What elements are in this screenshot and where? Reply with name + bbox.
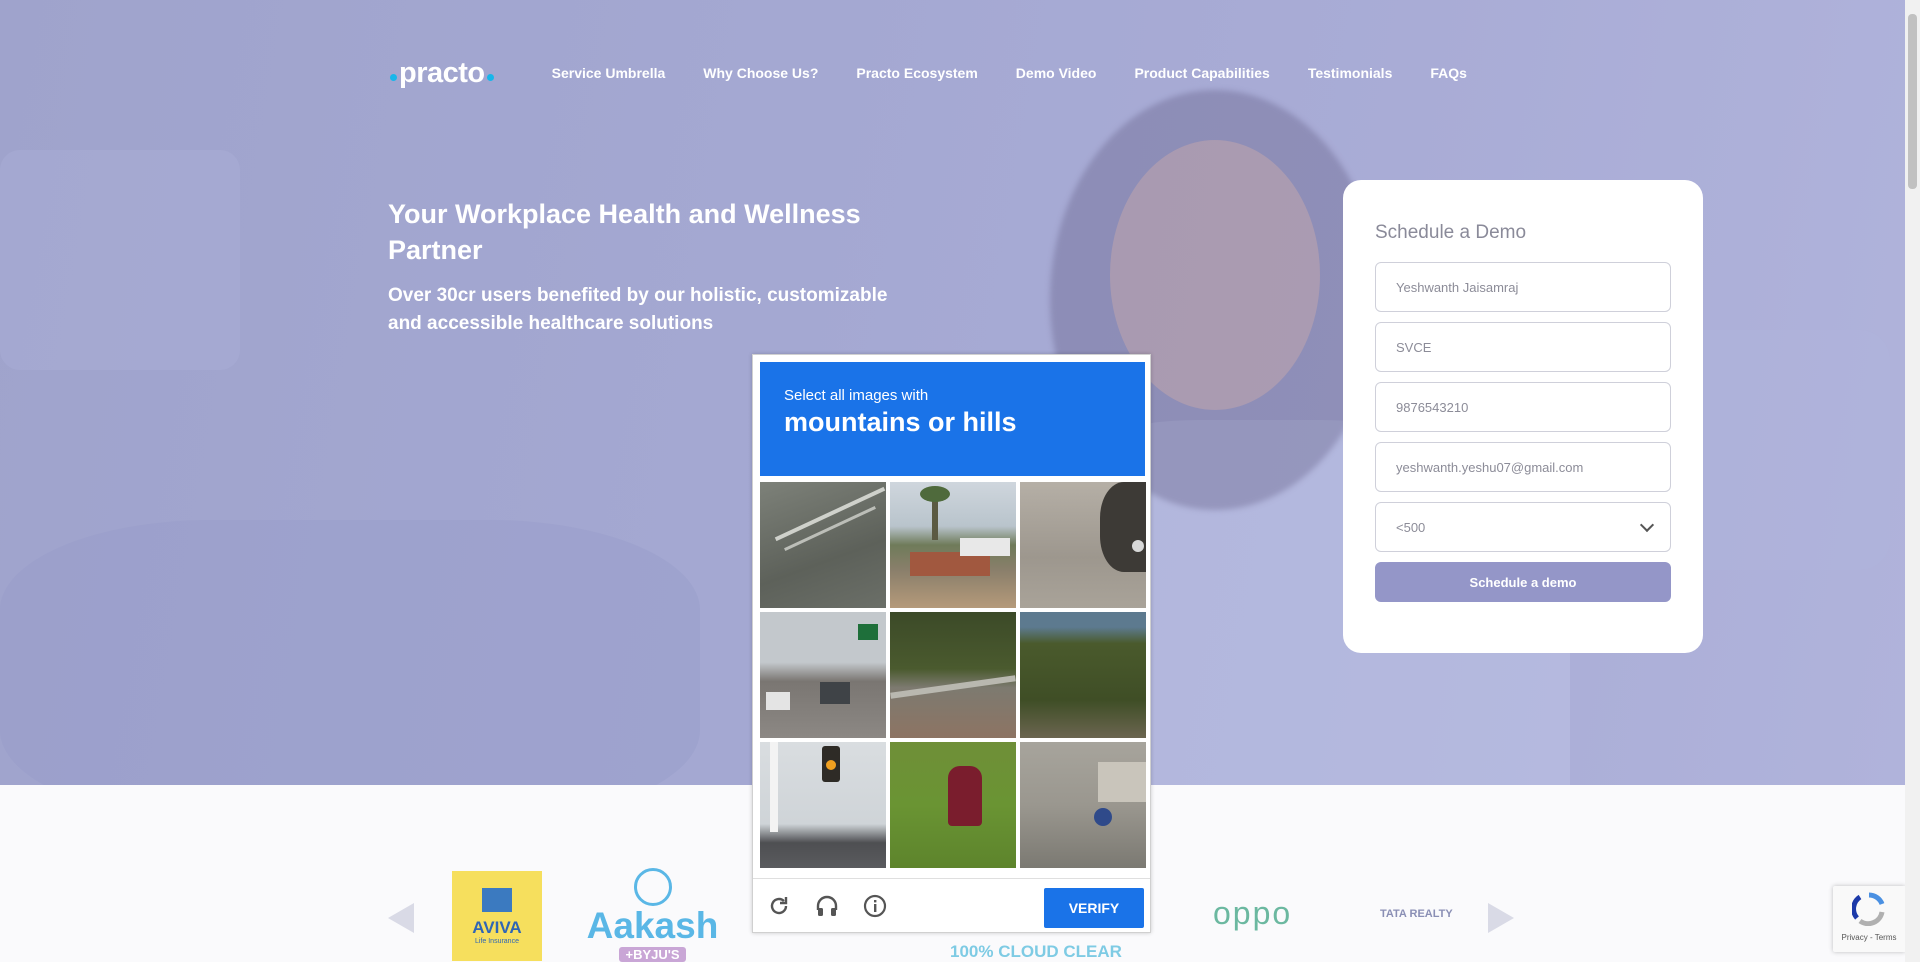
aviva-logo: AVIVA Life Insurance [452,871,542,961]
logo-text: practo [399,56,485,89]
recaptcha-logo-icon [1851,892,1885,927]
schedule-demo-button[interactable]: Schedule a demo [1375,562,1671,602]
nav-service-umbrella[interactable]: Service Umbrella [552,65,666,81]
form-title: Schedule a Demo [1375,222,1527,243]
email-field[interactable]: yeshwanth.yeshu07@gmail.com [1375,442,1671,492]
company-size-select[interactable]: <500 [1375,502,1671,552]
captcha-tile[interactable] [760,612,886,738]
aakash-name: Aakash [586,905,719,946]
nav-why-choose-us[interactable]: Why Choose Us? [703,65,818,81]
aakash-sub: +BYJU'S [619,947,686,962]
aakash-emblem-icon [633,868,672,906]
recaptcha-terms[interactable]: Privacy - Terms [1833,933,1905,942]
hero-headline: Your Workplace Health and Wellness Partn… [388,199,861,265]
captcha-tile[interactable] [760,482,886,608]
company-size-value: <500 [1396,519,1426,535]
logo-dot-icon [390,73,397,81]
practo-logo[interactable]: practo [388,57,496,90]
company-field[interactable]: SVCE [1375,322,1671,372]
reload-icon[interactable] [767,894,791,918]
hero-background-shape [0,150,240,370]
captcha-tile[interactable] [890,612,1016,738]
captcha-tile[interactable] [1020,612,1146,738]
nav-testimonials[interactable]: Testimonials [1308,65,1393,81]
recaptcha-badge[interactable]: Privacy - Terms [1833,886,1905,952]
oppo-logo: oppo [1213,895,1293,931]
scrollbar-thumb[interactable] [1908,14,1917,189]
captcha-tile[interactable] [760,742,886,868]
audio-headphones-icon[interactable] [815,894,839,918]
logo-dot-icon [486,73,494,81]
name-field[interactable]: Yeshwanth Jaisamraj [1375,262,1671,312]
nav-product-capabilities[interactable]: Product Capabilities [1134,65,1269,81]
hero-background-shape [0,520,700,785]
info-icon[interactable] [863,894,887,918]
captcha-target: mountains or hills [784,407,1017,437]
carousel-next-arrow-icon[interactable] [1488,903,1514,933]
aakash-logo: Aakash +BYJU'S [585,868,720,962]
page-scrollbar[interactable] [1905,0,1920,962]
verify-button[interactable]: VERIFY [1044,888,1144,928]
nav-practo-ecosystem[interactable]: Practo Ecosystem [856,65,977,81]
hero-subheadline: Over 30cr users benefited by our holisti… [388,285,888,334]
schedule-demo-form: Schedule a Demo Yeshwanth Jaisamraj SVCE… [1343,180,1703,653]
phone-field[interactable]: 9876543210 [1375,382,1671,432]
top-navbar: practo Service Umbrella Why Choose Us? P… [388,56,1505,90]
aviva-sub: Life Insurance [475,937,519,945]
chevron-down-icon [1639,517,1655,533]
captcha-tile[interactable] [890,482,1016,608]
captcha-tile[interactable] [890,742,1016,868]
tata-realty-logo: TATA REALTY [1380,908,1453,920]
carousel-prev-arrow-icon[interactable] [388,903,414,933]
captcha-instruction: Select all images with [784,387,929,404]
aviva-mark-icon [482,887,512,912]
captcha-tile[interactable] [1020,742,1146,868]
aviva-name: AVIVA [472,917,522,937]
recaptcha-challenge: Select all images with mountains or hill… [752,354,1151,933]
captcha-header: Select all images with mountains or hill… [760,362,1145,476]
captcha-footer: VERIFY [753,878,1150,933]
cloud-clear-logo: 100% CLOUD CLEAR [950,942,1122,961]
nav-faqs[interactable]: FAQs [1430,65,1467,81]
captcha-tile[interactable] [1020,482,1146,608]
captcha-tile-grid [760,482,1146,868]
nav-demo-video[interactable]: Demo Video [1016,65,1097,81]
